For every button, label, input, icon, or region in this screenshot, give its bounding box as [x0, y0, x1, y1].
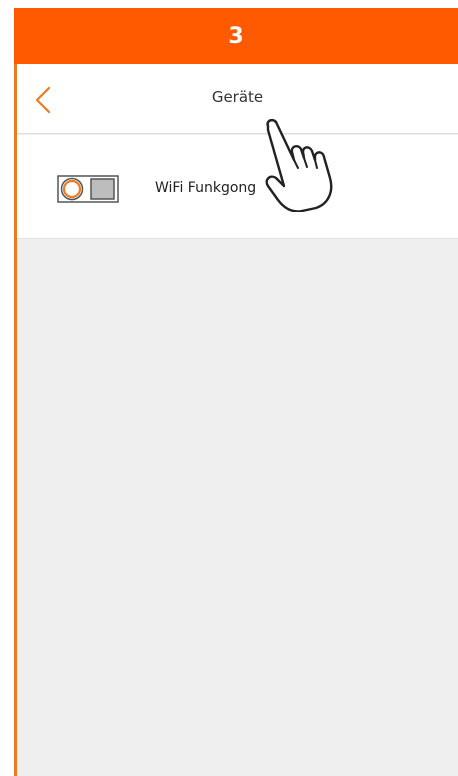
device-list-item[interactable]: WiFi Funkgong	[17, 135, 458, 239]
step-number: 3	[228, 23, 244, 49]
step-banner: 3	[14, 8, 458, 64]
device-label: WiFi Funkgong	[155, 180, 257, 196]
doorbell-chime-icon	[57, 175, 119, 203]
page-title: Geräte	[211, 88, 264, 106]
tutorial-frame: 3 Geräte WiFi Funkgong	[0, 0, 458, 776]
navigation-bar: Geräte	[17, 64, 458, 134]
app-screen: Geräte WiFi Funkgong	[14, 64, 458, 776]
